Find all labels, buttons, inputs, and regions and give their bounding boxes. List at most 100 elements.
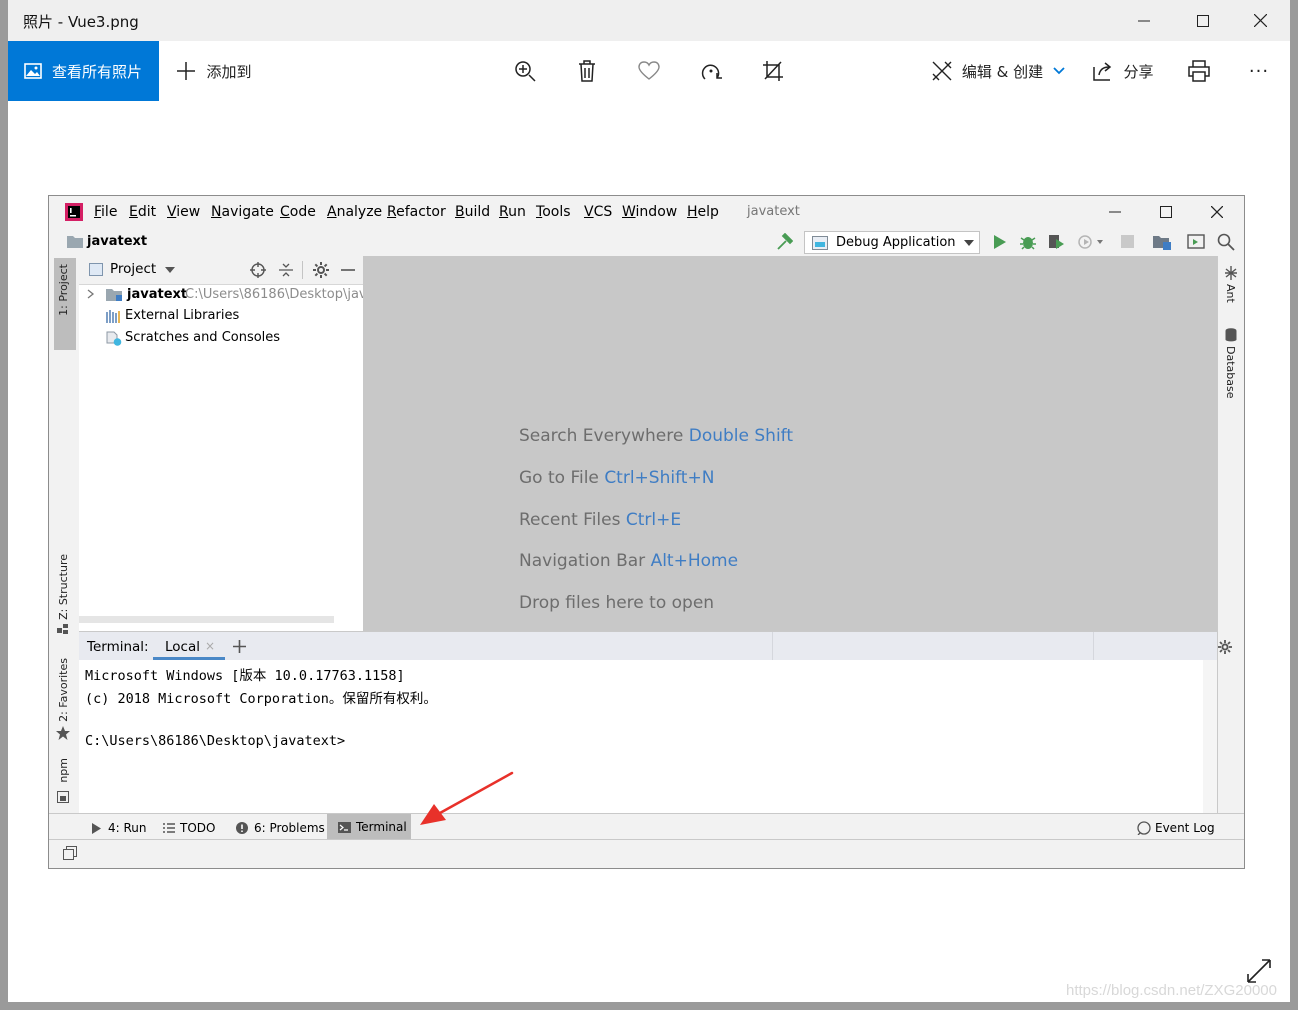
project-folder-icon: [106, 289, 122, 301]
ide-minimize-icon[interactable]: [1109, 206, 1121, 218]
menu-view[interactable]: View: [167, 204, 200, 220]
run-with-coverage-icon[interactable]: [1047, 233, 1065, 250]
menu-analyze[interactable]: Analyze: [327, 204, 382, 220]
ide-screenshot: File Edit View Navigate Code Analyze Ref…: [48, 195, 1245, 869]
share-button[interactable]: 分享: [1090, 41, 1156, 101]
maximize-button[interactable]: [1174, 0, 1232, 41]
crop-icon: [763, 61, 783, 81]
crop-button[interactable]: [756, 41, 790, 101]
gear-icon[interactable]: [313, 262, 329, 278]
menu-file[interactable]: File: [94, 204, 117, 220]
build-hammer-icon[interactable]: [775, 233, 793, 251]
project-structure-icon[interactable]: [1153, 234, 1171, 250]
bottom-tool-bar: 4: Run TODO 6: Problems Terminal Event L…: [49, 813, 1244, 840]
tool-tab-favorites-label[interactable]: 2: Favorites: [57, 658, 70, 722]
event-log-button[interactable]: Event Log: [1137, 818, 1215, 838]
tool-tab-npm-label[interactable]: npm: [57, 758, 70, 783]
project-pane-header: Project: [79, 256, 363, 285]
zoom-button[interactable]: [508, 41, 542, 101]
ide-menu-bar: File Edit View Navigate Code Analyze Ref…: [49, 196, 1244, 228]
profiler-icon[interactable]: [1077, 233, 1105, 250]
tree-item-project[interactable]: javatext: [127, 287, 187, 302]
collapse-all-icon[interactable]: [279, 262, 293, 278]
terminal-tab-local[interactable]: Local ×: [153, 634, 225, 660]
tool-tab-ant-label[interactable]: Ant: [1224, 284, 1237, 303]
menu-tools[interactable]: Tools: [536, 204, 571, 220]
menu-navigate[interactable]: Navigate: [211, 204, 274, 220]
tree-item-scratches[interactable]: Scratches and Consoles: [125, 330, 280, 345]
print-button[interactable]: [1182, 41, 1216, 101]
menu-edit[interactable]: Edit: [129, 204, 156, 220]
menu-code[interactable]: Code: [280, 204, 316, 220]
terminal-output[interactable]: Microsoft Windows [版本 10.0.17763.1158] (…: [79, 660, 1203, 813]
more-button[interactable]: ···: [1242, 41, 1276, 101]
rotate-button[interactable]: [694, 41, 728, 101]
tool-tab-run[interactable]: 4: Run: [91, 818, 147, 838]
right-tool-strip: Ant Database: [1217, 256, 1244, 816]
share-icon: [1093, 62, 1112, 81]
close-button[interactable]: [1231, 0, 1289, 41]
database-icon: [1225, 328, 1237, 342]
ide-close-icon[interactable]: [1211, 206, 1223, 218]
terminal-header: Terminal: Local ×: [79, 631, 1232, 661]
horizontal-scrollbar[interactable]: [79, 616, 334, 623]
tool-tab-structure-label[interactable]: Z: Structure: [57, 554, 70, 620]
tool-tab-database-label[interactable]: Database: [1224, 346, 1237, 399]
ide-maximize-icon[interactable]: [1160, 206, 1172, 218]
stop-icon[interactable]: [1121, 235, 1134, 248]
breadcrumb-project[interactable]: javatext: [87, 234, 147, 249]
presentation-icon[interactable]: [1187, 234, 1205, 250]
title-bar: 照片 - Vue3.png: [8, 0, 1290, 41]
terminal-tab-label: Local: [165, 639, 200, 655]
project-view-label[interactable]: Project: [110, 261, 156, 277]
hint-label: Search Everywhere: [519, 426, 684, 446]
rotate-icon: [701, 64, 722, 80]
menu-help[interactable]: Help: [687, 204, 719, 220]
event-log-label: Event Log: [1155, 821, 1215, 835]
add-to-button[interactable]: 添加到: [172, 41, 256, 101]
new-terminal-plus-icon[interactable]: [233, 640, 246, 653]
tree-expand-arrow-icon[interactable]: [87, 289, 95, 299]
locate-icon[interactable]: [250, 262, 266, 278]
project-view-dropdown-icon[interactable]: [165, 267, 175, 273]
terminal-scrollbar[interactable]: [1203, 660, 1217, 813]
menu-vcs[interactable]: VCS: [584, 204, 612, 220]
run-config-select[interactable]: Debug Application: [804, 231, 980, 254]
close-tab-icon[interactable]: ×: [205, 639, 215, 653]
ant-icon: [1225, 266, 1237, 280]
chevron-down-icon: [1053, 67, 1065, 75]
trash-icon: [579, 60, 595, 82]
edit-create-label: 编辑 & 创建: [961, 62, 1044, 81]
annotation-arrow-icon: [420, 771, 514, 825]
hint-label: Navigation Bar: [519, 551, 646, 571]
favorite-button[interactable]: [632, 41, 666, 101]
view-all-photos-label: 查看所有照片: [52, 62, 143, 81]
hide-pane-icon[interactable]: [341, 262, 355, 278]
todo-icon: [163, 823, 175, 833]
tool-tab-problems[interactable]: 6: Problems: [236, 818, 325, 838]
terminal-gear-icon[interactable]: [1218, 640, 1232, 654]
search-icon[interactable]: [1217, 233, 1235, 251]
minimize-button[interactable]: [1115, 0, 1173, 41]
intellij-logo-icon: [65, 203, 83, 221]
project-view-icon: [89, 263, 103, 276]
fullscreen-icon[interactable]: [1246, 958, 1272, 984]
menu-build[interactable]: Build: [455, 204, 490, 220]
view-all-photos-button[interactable]: 查看所有照片: [8, 41, 159, 101]
debug-icon[interactable]: [1019, 233, 1037, 250]
npm-icon: [57, 791, 69, 803]
structure-icon: [57, 624, 68, 634]
menu-run[interactable]: Run: [499, 204, 526, 220]
tool-tab-todo[interactable]: TODO: [163, 818, 215, 838]
toggle-tool-windows-icon[interactable]: [63, 846, 77, 860]
menu-window[interactable]: Window: [622, 204, 677, 220]
tool-tab-terminal[interactable]: Terminal: [327, 814, 411, 840]
tool-tab-project[interactable]: 1: Project: [54, 258, 76, 350]
minimize-icon: [1138, 20, 1150, 21]
menu-refactor[interactable]: Refactor: [387, 204, 446, 220]
edit-create-button[interactable]: 编辑 & 创建: [928, 41, 1068, 101]
run-icon[interactable]: [993, 234, 1007, 250]
tree-item-external-libraries[interactable]: External Libraries: [125, 308, 239, 323]
tool-tab-todo-label: TODO: [180, 821, 216, 835]
delete-button[interactable]: [570, 41, 604, 101]
